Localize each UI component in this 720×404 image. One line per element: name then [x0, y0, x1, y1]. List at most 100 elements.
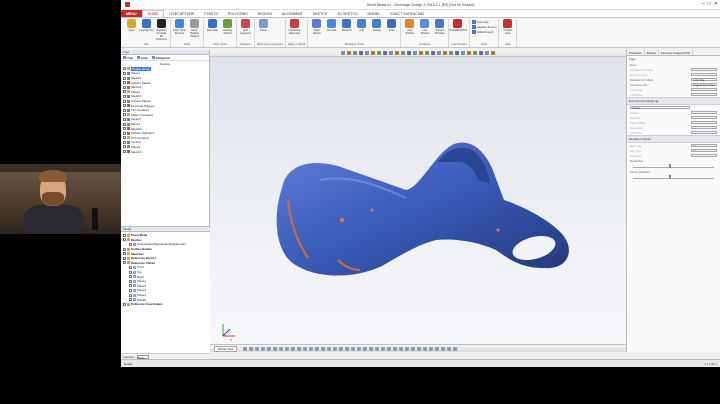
analysis-option-value[interactable]: Original Scan Data — [691, 82, 717, 87]
expand-toggle-icon[interactable] — [123, 127, 126, 131]
tab-3d-sketch[interactable]: 3D SKETCH — [332, 10, 362, 17]
tab-display[interactable]: Display — [645, 50, 659, 55]
display-mode-icon[interactable] — [453, 346, 458, 351]
resolution-slider[interactable] — [633, 164, 714, 168]
view-tool-icon[interactable] — [473, 51, 477, 55]
expand-toggle-icon[interactable] — [123, 76, 126, 80]
selection-filter-field[interactable]: Body — [136, 354, 149, 360]
view-tool-icon[interactable] — [437, 51, 441, 55]
walk-through-button[interactable]: Walk-through — [471, 30, 497, 34]
view-tool-icon[interactable] — [479, 51, 483, 55]
tree-tool[interactable]: Tree — [123, 56, 133, 60]
auto-surface-button[interactable]: Auto Surface — [403, 19, 416, 41]
visibility-toggle-icon[interactable] — [129, 270, 132, 274]
menu-tab[interactable]: MENU — [121, 10, 142, 17]
slider-thumb[interactable] — [669, 164, 672, 168]
creaform-portable-3d-scanners-button[interactable]: Creaform Portable 3D Scanners — [155, 19, 168, 41]
display-mode-icon[interactable] — [333, 346, 338, 351]
visibility-toggle-icon[interactable] — [129, 242, 132, 246]
view-tool-icon[interactable] — [401, 51, 405, 55]
tab-properties[interactable]: Properties — [627, 50, 645, 55]
analysis-option-value[interactable] — [691, 72, 717, 77]
feature-tree-item[interactable]: Sketch4 — [123, 149, 207, 154]
view-tool-icon[interactable] — [383, 51, 387, 55]
display-mode-icon[interactable] — [363, 346, 368, 351]
extrude-button[interactable]: Extrude — [325, 19, 338, 41]
scanned-part-mesh[interactable] — [260, 110, 580, 300]
expand-toggle-icon[interactable] — [123, 150, 126, 154]
visibility-toggle-icon[interactable] — [129, 275, 132, 279]
display-mode-icon[interactable] — [399, 346, 404, 351]
environment-option-field[interactable] — [691, 120, 717, 125]
display-mode-icon[interactable] — [435, 346, 440, 351]
analysis-option-value[interactable] — [691, 87, 717, 92]
display-mode-icon[interactable] — [321, 346, 326, 351]
loft-button[interactable]: Loft — [355, 19, 368, 41]
environment-option-field[interactable] — [691, 115, 717, 120]
tab-home[interactable]: HOME — [141, 10, 165, 17]
tab-points[interactable]: POINTS — [199, 10, 222, 17]
view-tool-icon[interactable] — [389, 51, 393, 55]
view-clip-button[interactable]: View Clip — [471, 20, 497, 24]
expand-toggle-icon[interactable] — [123, 94, 126, 98]
expand-toggle-icon[interactable] — [123, 104, 126, 108]
deviation-option-value[interactable]: 50 — [691, 143, 717, 148]
display-mode-icon[interactable] — [405, 346, 410, 351]
view-tool-icon[interactable] — [395, 51, 399, 55]
display-mode-icon[interactable] — [327, 346, 332, 351]
view-tool-icon[interactable] — [419, 51, 423, 55]
interactive-alignment-button[interactable]: Interactive Alignment — [288, 19, 301, 41]
app-logo-icon[interactable] — [125, 2, 130, 7]
analysis-option-value[interactable] — [691, 67, 717, 72]
close-button[interactable]: ✕ — [714, 1, 718, 7]
minimize-button[interactable]: – — [702, 1, 705, 7]
slider-thumb[interactable] — [669, 175, 672, 179]
display-mode-icon[interactable] — [447, 346, 452, 351]
display-mode-icon[interactable] — [243, 346, 248, 351]
display-mode-icon[interactable] — [315, 346, 320, 351]
display-mode-icon[interactable] — [255, 346, 260, 351]
tab-exact-surfacing[interactable]: EXACT SURFACING — [385, 10, 429, 17]
display-mode-icon[interactable] — [345, 346, 350, 351]
view-tool-icon[interactable] — [485, 51, 489, 55]
mesh-buildup-wizard-button[interactable]: Mesh Buildup Wizard — [188, 19, 201, 41]
expand-toggle-icon[interactable] — [123, 131, 126, 135]
visibility-toggle-icon[interactable] — [129, 288, 132, 292]
display-mode-icon[interactable] — [303, 346, 308, 351]
view-tool-icon[interactable] — [347, 51, 351, 55]
expand-toggle-icon[interactable] — [123, 71, 126, 75]
display-mode-icon[interactable] — [357, 346, 362, 351]
tab-model[interactable]: MODEL — [363, 10, 386, 17]
revolve-button[interactable]: Revolve — [340, 19, 353, 41]
view-tool-icon[interactable] — [359, 51, 363, 55]
view-tool-icon[interactable] — [455, 51, 459, 55]
view-tool-icon[interactable] — [461, 51, 465, 55]
expand-toggle-icon[interactable] — [123, 117, 126, 121]
display-mode-icon[interactable] — [273, 346, 278, 351]
tab-region[interactable]: REGION — [253, 10, 277, 17]
livecapture-button[interactable]: LiveCapture — [140, 19, 154, 41]
view-tool-icon[interactable] — [341, 51, 345, 55]
sweep-button[interactable]: Sweep — [370, 19, 383, 41]
deviation-option-value[interactable] — [691, 153, 717, 158]
deviation-option-value[interactable]: 50 — [691, 148, 717, 153]
display-mode-icon[interactable] — [387, 346, 392, 351]
display-mode-icon[interactable] — [285, 346, 290, 351]
plane-button[interactable]: Plane — [257, 19, 270, 41]
model-view-tab[interactable]: Model View — [214, 345, 238, 352]
display-mode-icon[interactable] — [309, 346, 314, 351]
expand-toggle-icon[interactable] — [123, 67, 126, 71]
maximize-button[interactable]: □ — [708, 1, 711, 7]
view-tool-icon[interactable] — [365, 51, 369, 55]
expand-toggle-icon[interactable] — [123, 81, 126, 85]
visibility-toggle-icon[interactable] — [123, 247, 126, 251]
vector-multiplier-slider[interactable] — [633, 175, 714, 179]
mesh-sketch-button[interactable]: Mesh Sketch — [310, 19, 323, 41]
expand-toggle-icon[interactable] — [123, 136, 126, 140]
surface-primitive-button[interactable]: Surface Primitive — [433, 19, 446, 41]
help-tool[interactable]: Help — [137, 56, 148, 60]
loft-wizard-button[interactable]: Loft Wizard — [418, 19, 431, 41]
capture-screen-button[interactable]: Capture Screen — [471, 25, 496, 29]
visibility-toggle-icon[interactable] — [123, 233, 126, 237]
view-tool-icon[interactable] — [431, 51, 435, 55]
